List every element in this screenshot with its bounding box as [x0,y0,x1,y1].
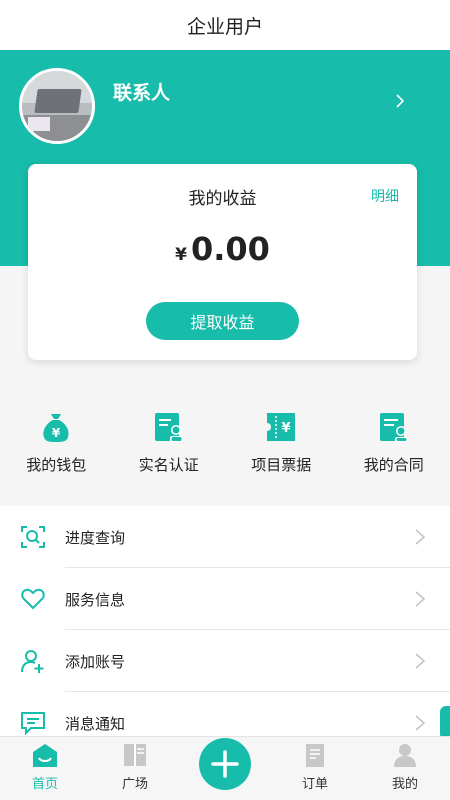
menu-item-progress[interactable]: 进度查询 [0,506,450,568]
quick-wallet[interactable]: ¥ 我的钱包 [0,396,113,504]
earnings-title: 我的收益 [188,189,257,209]
tab-label: 首页 [31,777,58,792]
tab-mine[interactable]: 我的 [360,737,450,800]
id-card-icon [154,413,183,442]
menu-label: 进度查询 [65,528,126,547]
money-bag-icon: ¥ [43,414,69,442]
home-icon [33,744,57,767]
add-button[interactable] [199,738,251,790]
chevron-right-icon [415,715,426,731]
message-icon [21,712,45,736]
currency-symbol: ¥ [175,245,187,265]
avatar[interactable] [19,68,95,144]
quick-contract[interactable]: 我的合同 [338,396,450,504]
ticket-icon: ¥ [267,413,296,441]
tab-label: 广场 [121,777,148,792]
svg-text:¥: ¥ [282,421,291,436]
tab-orders[interactable]: 订单 [270,737,360,800]
plus-icon [211,750,239,778]
floating-side-tab[interactable] [440,706,450,740]
tab-label: 我的 [391,777,418,792]
tab-square[interactable]: 广场 [90,737,180,800]
menu-list: 进度查询 服务信息 添加账号 消息通知 [0,506,450,736]
user-icon [394,744,416,767]
add-user-icon [21,650,44,673]
search-scan-icon [21,526,45,548]
withdraw-button[interactable]: 提取收益 [146,302,299,340]
earnings-detail-link[interactable]: 明细 [371,186,399,206]
menu-item-notifications[interactable]: 消息通知 [0,692,450,736]
menu-item-add-account[interactable]: 添加账号 [0,630,450,692]
menu-label: 消息通知 [65,714,126,733]
quick-verify[interactable]: 实名认证 [113,396,226,504]
heart-icon [21,588,45,610]
menu-label: 服务信息 [65,590,126,609]
contract-icon [379,413,408,442]
square-icon [124,744,146,766]
chevron-right-icon [415,653,426,669]
quick-label: 项目票据 [251,456,312,474]
earnings-card: 我的收益 明细 ¥0.00 提取收益 [28,164,417,360]
chevron-right-icon[interactable] [392,92,408,110]
quick-actions: ¥ 我的钱包 实名认证 ¥ 项目票据 我的合同 [0,396,450,504]
quick-label: 我的合同 [363,456,424,474]
earnings-amount: ¥0.00 [28,230,417,268]
tab-label: 订单 [301,777,328,792]
amount-value: 0.00 [190,230,270,268]
menu-label: 添加账号 [65,652,126,671]
chevron-right-icon [415,591,426,607]
profile-name[interactable]: 联系人 [113,78,170,105]
orders-icon [306,744,324,767]
tab-home[interactable]: 首页 [0,737,90,800]
svg-text:¥: ¥ [52,426,61,440]
quick-label: 我的钱包 [26,456,87,474]
quick-label: 实名认证 [138,456,199,474]
quick-bills[interactable]: ¥ 项目票据 [225,396,338,504]
menu-item-service[interactable]: 服务信息 [0,568,450,630]
chevron-right-icon [415,529,426,545]
page-title: 企业用户 [0,0,450,50]
